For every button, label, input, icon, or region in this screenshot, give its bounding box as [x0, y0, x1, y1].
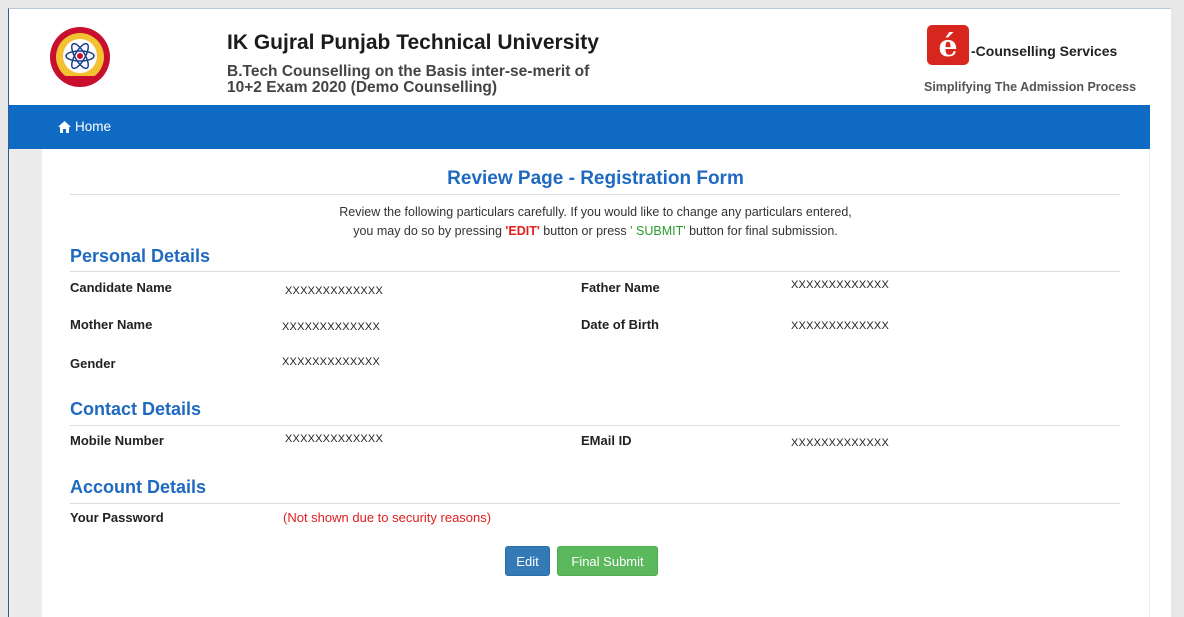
instructions: Review the following particulars careful…: [42, 203, 1149, 241]
section-divider: [70, 503, 1120, 504]
instruction-text: you may do so by pressing: [353, 224, 506, 238]
mother-name-value: XXXXXXXXXXXXX: [282, 321, 380, 333]
e-logo-icon: é: [938, 29, 957, 64]
instruction-line-2: you may do so by pressing 'EDIT' button …: [42, 222, 1149, 241]
service-tagline: Simplifying The Admission Process: [924, 80, 1137, 94]
subtitle-line-2: 10+2 Exam 2020 (Demo Counselling): [227, 79, 498, 96]
email-value: XXXXXXXXXXXXX: [791, 437, 889, 449]
edit-button[interactable]: Edit: [505, 546, 550, 576]
title-divider: [70, 194, 1120, 195]
review-form-panel: Review Page - Registration Form Review t…: [42, 149, 1149, 617]
mobile-number-value: XXXXXXXXXXXXX: [285, 433, 383, 445]
instruction-text: button for final submission.: [685, 224, 838, 238]
gender-value: XXXXXXXXXXXXX: [282, 356, 380, 368]
nav-home-label: Home: [75, 119, 112, 134]
section-divider: [70, 271, 1120, 272]
father-name-value: XXXXXXXXXXXXX: [791, 279, 889, 291]
scrollbar-track[interactable]: [1171, 8, 1184, 617]
top-navbar: Home: [9, 105, 1150, 149]
instruction-text: button or press: [539, 224, 631, 238]
dob-label: Date of Birth: [581, 317, 659, 332]
instruction-line-1: Review the following particulars careful…: [339, 205, 852, 219]
counselling-subtitle: B.Tech Counselling on the Basis inter-se…: [227, 64, 667, 96]
final-submit-button[interactable]: Final Submit: [557, 546, 658, 576]
page-title: Review Page - Registration Form: [447, 168, 744, 189]
svg-text:é: é: [938, 29, 957, 64]
mother-name-label: Mother Name: [70, 317, 153, 332]
password-label: Your Password: [70, 510, 164, 525]
contact-details-heading: Contact Details: [70, 399, 202, 419]
university-logo: [50, 27, 110, 87]
section-divider: [70, 425, 1120, 426]
mobile-number-label: Mobile Number: [70, 433, 164, 448]
e-counselling-logo: é: [927, 25, 969, 65]
father-name-label: Father Name: [581, 280, 660, 295]
site-header: IK Gujral Punjab Technical University B.…: [9, 9, 1150, 105]
password-notice: (Not shown due to security reasons): [283, 510, 492, 525]
instruction-submit-keyword: ' SUBMIT': [630, 224, 686, 238]
email-label: EMail ID: [581, 433, 632, 448]
dob-value: XXXXXXXXXXXXX: [791, 320, 889, 332]
gender-label: Gender: [70, 356, 116, 371]
service-name: -Counselling Services: [971, 43, 1118, 59]
subtitle-line-1: B.Tech Counselling on the Basis inter-se…: [227, 63, 590, 80]
home-icon: [58, 120, 71, 133]
candidate-name-value: XXXXXXXXXXXXX: [285, 285, 383, 297]
account-details-heading: Account Details: [70, 477, 207, 497]
instruction-edit-keyword: 'EDIT': [505, 224, 540, 238]
nav-home-link[interactable]: Home: [58, 119, 111, 134]
university-name: IK Gujral Punjab Technical University: [227, 31, 599, 54]
candidate-name-label: Candidate Name: [70, 280, 172, 295]
personal-details-heading: Personal Details: [70, 246, 211, 266]
